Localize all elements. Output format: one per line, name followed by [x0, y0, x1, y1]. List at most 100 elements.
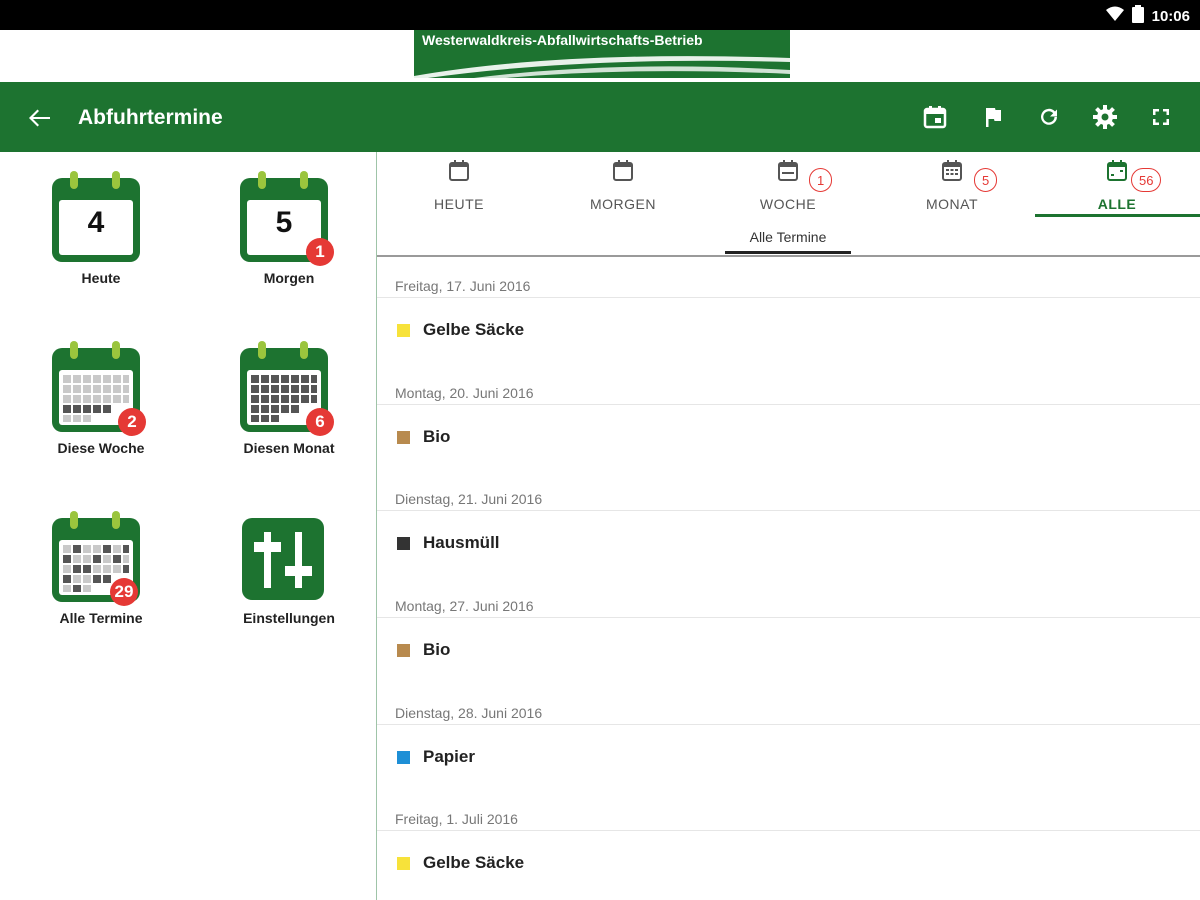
- tab-heute[interactable]: HEUTE: [377, 152, 541, 220]
- collection-entry[interactable]: Gelbe Säcke: [377, 834, 1200, 894]
- calendar-day-icon: 5 1: [236, 168, 336, 268]
- clock: 10:06: [1151, 7, 1190, 25]
- waste-color-swatch: [397, 857, 410, 870]
- calendar-icon: [447, 158, 471, 182]
- wifi-icon: [1105, 6, 1124, 27]
- tab-alle[interactable]: 56 ALLE: [1035, 152, 1199, 220]
- waste-color-swatch: [397, 751, 410, 764]
- page-title: Abfuhrtermine: [78, 106, 223, 129]
- tile-label: Heute: [81, 270, 121, 286]
- tile-einstellungen[interactable]: Einstellungen: [194, 492, 364, 642]
- tile-label: Einstellungen: [243, 610, 335, 626]
- divider: [377, 830, 1200, 831]
- tab-morgen[interactable]: MORGEN: [541, 152, 705, 220]
- settings-icon[interactable]: [1090, 102, 1120, 132]
- calendar-icon: [611, 158, 635, 182]
- tile-heute[interactable]: 4 Heute: [6, 152, 176, 302]
- date-header: Freitag, 1. Juli 2016: [395, 811, 518, 827]
- divider: [377, 404, 1200, 405]
- waste-color-swatch: [397, 644, 410, 657]
- waste-type: Hausmüll: [423, 533, 500, 552]
- back-arrow-icon[interactable]: [24, 102, 56, 134]
- status-icons: 10:06: [1105, 4, 1190, 28]
- banner-title: Westerwaldkreis-Abfallwirtschafts-Betrie…: [422, 32, 703, 48]
- tile-label: Morgen: [263, 270, 315, 286]
- tab-label: WOCHE: [759, 196, 817, 212]
- flag-icon[interactable]: [978, 102, 1008, 132]
- waste-type: Gelbe Säcke: [423, 853, 525, 872]
- battery-icon: [1131, 4, 1144, 28]
- waste-color-swatch: [397, 324, 410, 337]
- section-title-underline: [725, 251, 851, 254]
- section-header: Alle Termine: [377, 220, 1200, 257]
- waste-type: Bio: [423, 640, 451, 659]
- banner-logo: Westerwaldkreis-Abfallwirtschafts-Betrie…: [414, 30, 790, 78]
- active-tab-indicator: [1035, 214, 1200, 217]
- tab-count-badge: 56: [1131, 168, 1162, 192]
- collection-list: Freitag, 17. Juni 2016 Gelbe Säcke Monta…: [377, 257, 1200, 900]
- divider: [377, 510, 1200, 511]
- app-toolbar: Abfuhrtermine: [0, 82, 1200, 152]
- calendar-month-icon: [940, 158, 964, 182]
- tile-morgen[interactable]: 5 1 Morgen: [194, 152, 364, 302]
- list-item: Dienstag, 21. Juni 2016 Hausmüll: [377, 470, 1200, 577]
- tab-monat[interactable]: 5 MONAT: [870, 152, 1034, 220]
- calendar-day-icon: 4: [48, 168, 148, 268]
- waste-type: Papier: [423, 747, 475, 766]
- tile-label: Diese Woche: [57, 440, 145, 456]
- navigation-tiles: 4 Heute 5 1 Morgen 2 Diese Woche 6 Diese…: [0, 152, 377, 900]
- collection-entry[interactable]: Bio: [377, 408, 1200, 468]
- date-header: Montag, 20. Juni 2016: [395, 385, 534, 401]
- tile-label: Diesen Monat: [243, 440, 335, 456]
- tab-label: ALLE: [1097, 196, 1137, 212]
- calendar-day-number: 5: [275, 206, 293, 239]
- calendar-all-icon: 29: [48, 508, 148, 608]
- waste-type: Gelbe Säcke: [423, 320, 525, 339]
- tab-count-badge: 1: [809, 168, 833, 192]
- waste-color-swatch: [397, 537, 410, 550]
- tile-diesen-monat[interactable]: 6 Diesen Monat: [194, 322, 364, 472]
- list-item: Montag, 27. Juni 2016 Bio: [377, 577, 1200, 684]
- calendar-all-icon: [1105, 158, 1129, 182]
- section-title: Alle Termine: [749, 229, 827, 245]
- collection-entry[interactable]: Bio: [377, 621, 1200, 681]
- filter-tabs: HEUTE MORGEN 1 WOCHE 5 MONAT 56 ALLE: [377, 152, 1200, 220]
- collection-entry[interactable]: Hausmüll: [377, 514, 1200, 574]
- calendar-event-icon[interactable]: [920, 102, 950, 132]
- date-header: Dienstag, 21. Juni 2016: [395, 491, 543, 507]
- divider: [377, 724, 1200, 725]
- tab-label: MONAT: [925, 196, 978, 212]
- tab-label: MORGEN: [590, 196, 656, 212]
- count-badge: 2: [118, 408, 146, 436]
- list-item: Freitag, 17. Juni 2016 Gelbe Säcke: [377, 257, 1200, 364]
- count-badge: 1: [306, 238, 334, 266]
- date-header: Dienstag, 28. Juni 2016: [395, 705, 543, 721]
- count-badge: 29: [110, 578, 138, 606]
- tab-woche[interactable]: 1 WOCHE: [706, 152, 870, 220]
- tab-label: HEUTE: [434, 196, 484, 212]
- date-header: Freitag, 17. Juni 2016: [395, 278, 531, 294]
- refresh-icon[interactable]: [1034, 102, 1064, 132]
- collection-entry[interactable]: Gelbe Säcke: [377, 301, 1200, 361]
- tile-label: Alle Termine: [59, 610, 143, 626]
- calendar-day-number: 4: [87, 206, 105, 239]
- divider: [377, 617, 1200, 618]
- collection-entry[interactable]: Papier: [377, 728, 1200, 788]
- waste-color-swatch: [397, 431, 410, 444]
- calendar-week-icon: [776, 158, 800, 182]
- list-item: Freitag, 1. Juli 2016 Gelbe Säcke: [377, 790, 1200, 897]
- list-item: Dienstag, 28. Juni 2016 Papier: [377, 684, 1200, 791]
- calendar-month-icon: 6: [236, 338, 336, 438]
- tab-count-badge: 5: [974, 168, 998, 192]
- schedule-panel: HEUTE MORGEN 1 WOCHE 5 MONAT 56 ALLE All…: [377, 152, 1200, 900]
- count-badge: 6: [306, 408, 334, 436]
- divider: [377, 297, 1200, 298]
- tile-alle-termine[interactable]: 29 Alle Termine: [6, 492, 176, 642]
- list-item: Montag, 20. Juni 2016 Bio: [377, 364, 1200, 471]
- calendar-week-icon: 2: [48, 338, 148, 438]
- waste-type: Bio: [423, 427, 451, 446]
- fullscreen-icon[interactable]: [1146, 102, 1176, 132]
- status-bar: 10:06: [0, 0, 1200, 30]
- tile-diese-woche[interactable]: 2 Diese Woche: [6, 322, 176, 472]
- sliders-icon: [236, 508, 336, 608]
